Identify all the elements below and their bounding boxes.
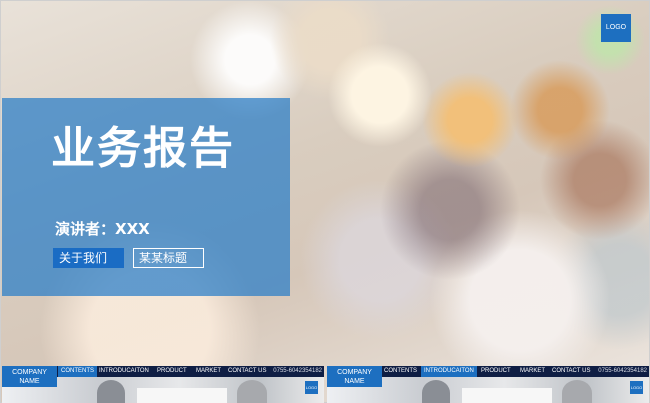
thumbnail-nav-contents: CONTENTS	[384, 368, 417, 374]
slide-thumbnail-2[interactable]: COMPANY NAME CONTENTS INTRODUCAITON PROD…	[327, 366, 649, 403]
thumbnail-logo: LOGO	[630, 381, 643, 394]
thumbnail-nav-market: MARKET	[520, 368, 546, 374]
thumbnail-nav-market: MARKET	[196, 368, 222, 374]
thumbnail-card	[137, 388, 227, 403]
about-us-button[interactable]: 关于我们	[53, 248, 124, 268]
thumbnail-phone: 0755-6042354182	[598, 368, 647, 374]
thumbnail-company-name: COMPANY NAME	[2, 366, 57, 387]
slide-title: 业务报告	[51, 123, 235, 174]
logo-badge: LOGO	[601, 14, 631, 42]
thumbnail-nav-product: PRODUCT	[157, 368, 187, 374]
thumbnail-photo	[97, 380, 125, 403]
thumbnail-photo	[422, 380, 450, 403]
thumbnail-nav-introduction: INTRODUCAITON	[421, 366, 477, 377]
thumbnail-nav-contact: CONTACT US	[228, 368, 267, 374]
thumbnail-company-name: COMPANY NAME	[327, 366, 382, 387]
presenter-label: 演讲者：XXX	[55, 220, 150, 238]
thumbnail-photo	[562, 380, 592, 403]
title-button[interactable]: 某某标题	[133, 248, 204, 268]
thumbnail-photo	[237, 380, 267, 403]
thumbnail-nav-contents: CONTENTS	[58, 366, 97, 377]
thumbnail-card	[462, 388, 552, 403]
thumbnail-phone: 0755-6042354182	[273, 368, 322, 374]
thumbnail-logo: LOGO	[305, 381, 318, 394]
slide-thumbnail-1[interactable]: COMPANY NAME CONTENTS INTRODUCAITON PROD…	[2, 366, 324, 403]
thumbnail-nav-contact: CONTACT US	[552, 368, 591, 374]
thumbnail-nav-product: PRODUCT	[481, 368, 511, 374]
thumbnail-nav-introduction: INTRODUCAITON	[99, 368, 149, 374]
